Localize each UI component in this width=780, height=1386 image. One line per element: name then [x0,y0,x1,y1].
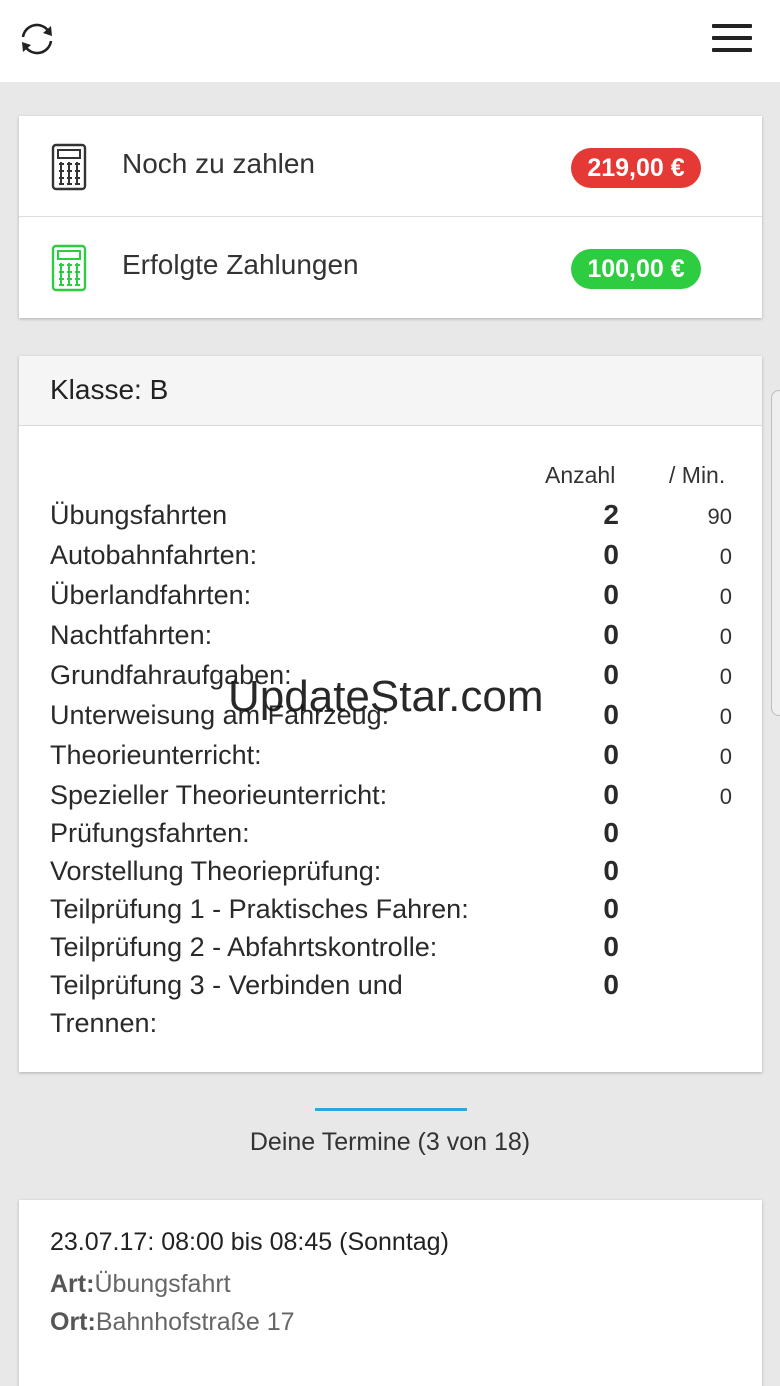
lesson-minutes: 0 [719,784,732,809]
lesson-row: Theorieunterricht: 0 0 [19,736,762,776]
lesson-row: Autobahnfahrten: 0 0 [19,536,762,576]
lesson-name: Übungsfahrten [50,500,228,530]
lesson-name: Prüfungsfahrten: [50,818,250,848]
lesson-name: Theorieunterricht: [50,740,262,770]
lesson-count: 2 [603,499,619,530]
lesson-row: Teilprüfung 2 - Abfahrtskontrolle: 0 [19,928,762,968]
calculator-icon [51,143,89,191]
appointment-place-label: Ort: [50,1308,96,1336]
lesson-row: Spezieller Theorieunterricht: 0 0 [19,776,762,816]
lesson-count: 0 [603,699,619,730]
lesson-row: Prüfungsfahrten: 0 [19,814,762,854]
lesson-count: 0 [603,969,619,1000]
appointment-place-line: Ort:Bahnhofstraße 17 [50,1308,295,1337]
refresh-icon[interactable] [16,18,58,60]
lesson-minutes: 0 [719,704,732,729]
appointment-card[interactable]: 23.07.17: 08:00 bis 08:45 (Sonntag) Art:… [19,1200,762,1386]
lesson-name: Teilprüfung 3 - Verbinden und [50,970,403,1000]
outstanding-amount-badge: 219,00 € [571,148,701,188]
lesson-minutes: 90 [707,504,732,529]
count-column-header: Anzahl [545,462,616,488]
lesson-row: Vorstellung Theorieprüfung: 0 [19,852,762,892]
payments-card: Noch zu zahlen 219,00 € Erfolgte Zahlung… [19,116,762,318]
section-divider [315,1108,467,1111]
lesson-name: Spezieller Theorieunterricht: [50,780,388,810]
license-class-header: Klasse: B [19,356,762,426]
lesson-name: Überlandfahrten: [50,580,252,610]
lesson-row: Übungsfahrten 2 90 [19,496,762,536]
lesson-name: Teilprüfung 2 - Abfahrtskontrolle: [50,932,438,962]
lesson-name: Vorstellung Theorieprüfung: [50,856,382,886]
lesson-name: Teilprüfung 1 - Praktisches Fahren: [50,894,469,924]
lesson-row: Nachtfahrten: 0 0 [19,616,762,656]
lesson-name: Nachtfahrten: [50,620,213,650]
lesson-count: 0 [603,855,619,886]
watermark: UpdateStar.com [228,672,544,721]
lesson-minutes: 0 [719,584,732,609]
lesson-name-continued: Trennen: [50,1008,158,1038]
outstanding-label: Noch zu zahlen [122,148,316,179]
lesson-minutes: 0 [719,624,732,649]
lesson-count: 0 [603,659,619,690]
appointment-type-label: Art: [50,1270,95,1298]
paid-label: Erfolgte Zahlungen [122,249,359,280]
appointment-type: Übungsfahrt [94,1270,231,1298]
lesson-minutes: 0 [719,664,732,689]
paid-amount-badge: 100,00 € [571,249,701,289]
scroll-indicator [771,390,780,716]
appointment-place: Bahnhofstraße 17 [95,1308,295,1336]
top-app-bar [0,0,780,82]
hamburger-menu-icon[interactable] [708,20,756,60]
lesson-count: 0 [603,893,619,924]
lesson-row: Teilprüfung 1 - Praktisches Fahren: 0 [19,890,762,930]
appointment-time: 23.07.17: 08:00 bis 08:45 (Sonntag) [50,1228,449,1256]
lesson-count: 0 [603,779,619,810]
lesson-minutes: 0 [719,744,732,769]
appointments-title: Deine Termine (3 von 18) [249,1128,531,1156]
lesson-count: 0 [603,579,619,610]
lesson-count: 0 [603,817,619,848]
minutes-column-header: / Min. [669,462,726,488]
lesson-name: Autobahnfahrten: [50,540,258,570]
lesson-minutes: 0 [719,544,732,569]
lesson-count: 0 [603,931,619,962]
lesson-row: Teilprüfung 3 - Verbinden und Trennen: 0 [19,966,762,1038]
paid-payment-row[interactable]: Erfolgte Zahlungen 100,00 € [19,217,762,318]
lesson-count: 0 [603,619,619,650]
lesson-count: 0 [603,539,619,570]
lesson-count: 0 [603,739,619,770]
outstanding-payment-row[interactable]: Noch zu zahlen 219,00 € [19,116,762,217]
appointment-type-line: Art:Übungsfahrt [50,1270,231,1299]
calculator-green-icon [51,244,89,292]
lesson-row: Überlandfahrten: 0 0 [19,576,762,616]
license-class-title: Klasse: B [50,374,169,405]
